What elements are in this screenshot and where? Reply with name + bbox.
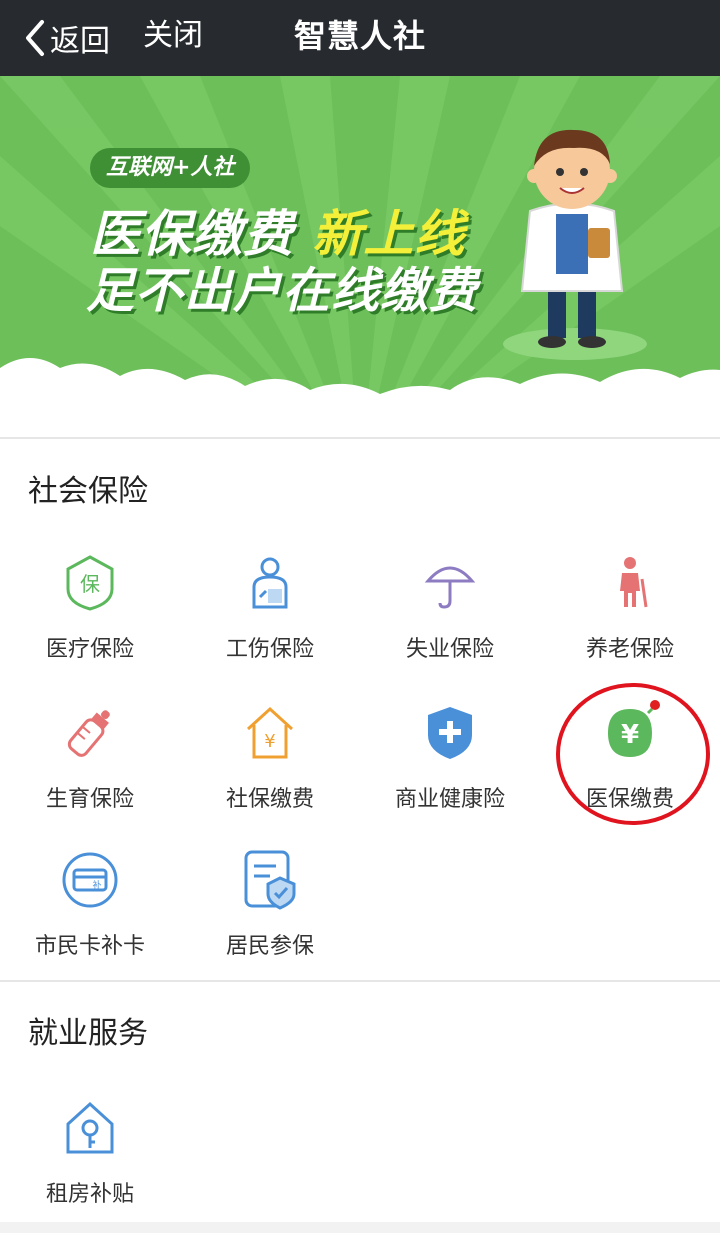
top-bar: 返回 关闭 智慧人社	[0, 0, 720, 76]
svg-text:保: 保	[80, 572, 100, 596]
umbrella-icon	[424, 566, 476, 609]
section-divider	[0, 437, 720, 439]
grid-item-unemployment-insurance[interactable]: 失业保险	[360, 553, 540, 693]
grid-item-label: 失业保险	[405, 637, 494, 662]
grid-item-medical-insurance[interactable]: 保 医疗保险	[0, 553, 180, 693]
section-divider	[0, 980, 720, 982]
page-title: 智慧人社	[293, 17, 426, 55]
medical-shield-icon: 保	[66, 555, 114, 611]
bottom-separator	[0, 1222, 720, 1233]
injury-person-icon	[252, 557, 288, 609]
grid-item-label: 社保缴费	[225, 787, 314, 812]
card-reissue-icon: 补	[62, 852, 118, 908]
grid-item-label: 居民参保	[225, 934, 314, 959]
health-shield-icon	[428, 707, 472, 759]
grid-item-label: 养老保险	[585, 637, 674, 662]
banner-subline: 足不出户在线缴费	[86, 263, 479, 319]
baby-bottle-icon	[67, 710, 110, 757]
grid-item-label: 工伤保险	[225, 637, 314, 662]
grid-item-label: 市民卡补卡	[34, 934, 145, 959]
promo-banner[interactable]: 互联网+人社 医保缴费 新上线 足不出户在线缴费	[0, 76, 720, 438]
svg-text:补: 补	[92, 879, 101, 891]
grid-item-pension-insurance[interactable]: 养老保险	[540, 553, 720, 693]
grid-item-citizen-card-reissue[interactable]: 补 市民卡补卡	[0, 850, 180, 990]
grid-item-label: 生育保险	[45, 787, 134, 812]
grid-item-label: 医疗保险	[45, 637, 134, 662]
house-key-icon	[66, 1101, 114, 1154]
section-title-social-insurance: 社会保险	[28, 474, 148, 509]
house-yuan-icon: ¥	[246, 706, 294, 759]
grid-item-social-security-payment[interactable]: ¥ 社保缴费	[180, 703, 360, 843]
banner-tag: 互联网+人社	[90, 148, 251, 188]
banner-cloud-edge	[0, 358, 720, 438]
grid-item-injury-insurance[interactable]: 工伤保险	[180, 553, 360, 693]
grid-item-label: 租房补贴	[45, 1182, 134, 1207]
document-shield-icon	[244, 850, 296, 910]
grid-item-commercial-health-insurance[interactable]: 商业健康险	[360, 703, 540, 843]
grid-item-rent-subsidy[interactable]: 租房补贴	[0, 1098, 180, 1238]
highlight-circle-annotation	[556, 683, 710, 825]
grid-item-maternity-insurance[interactable]: 生育保险	[0, 703, 180, 843]
section-title-employment: 就业服务	[28, 1016, 148, 1051]
svg-text:¥: ¥	[264, 731, 275, 752]
grid-item-label: 商业健康险	[394, 787, 505, 812]
grid-item-resident-enrollment[interactable]: 居民参保	[180, 850, 360, 990]
elderly-person-icon	[620, 557, 648, 608]
